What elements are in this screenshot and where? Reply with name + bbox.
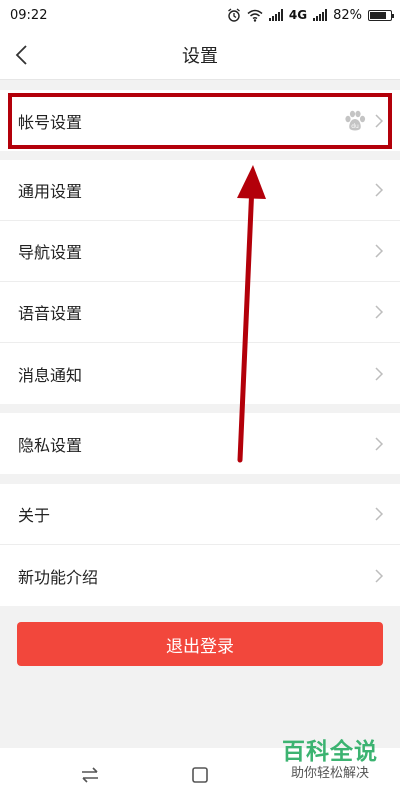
about-label: 关于 — [18, 506, 51, 525]
chevron-right-icon — [375, 436, 384, 451]
general-settings-row[interactable]: 通用设置 — [0, 160, 400, 221]
account-settings-label: 帐号设置 — [18, 112, 83, 132]
chevron-right-icon — [375, 366, 384, 381]
chevron-right-icon — [375, 183, 384, 197]
header: 设置 — [0, 30, 400, 80]
settings-group-account: 帐号设置 du — [0, 90, 400, 151]
general-settings-label: 通用设置 — [18, 182, 83, 201]
chevron-right-icon — [375, 113, 384, 128]
home-square-icon[interactable] — [189, 764, 211, 786]
settings-group-about: 关于 新功能介绍 — [0, 484, 400, 606]
network-type: 4G — [288, 8, 308, 22]
privacy-settings-label: 隐私设置 — [18, 435, 83, 455]
battery-fill — [370, 11, 387, 19]
switch-apps-icon[interactable] — [79, 764, 101, 786]
status-icons: 4G 82% — [227, 7, 394, 23]
chevron-right-icon — [375, 507, 384, 521]
chevron-right-icon — [375, 305, 384, 319]
page-title: 设置 — [182, 45, 218, 67]
watermark-logo: 百科全说 助你轻松解决 — [270, 738, 390, 782]
settings-group-general: 通用设置 导航设置 语音设置 消息通知 — [0, 160, 400, 404]
chevron-right-icon — [375, 568, 384, 583]
privacy-settings-row[interactable]: 隐私设置 — [0, 413, 400, 474]
navigation-settings-row[interactable]: 导航设置 — [0, 221, 400, 282]
account-settings-row[interactable]: 帐号设置 du — [0, 90, 400, 151]
about-row[interactable]: 关于 — [0, 484, 400, 545]
navigation-settings-label: 导航设置 — [18, 243, 83, 262]
notification-settings-row[interactable]: 消息通知 — [0, 343, 400, 404]
battery-icon — [368, 9, 394, 21]
voice-settings-row[interactable]: 语音设置 — [0, 282, 400, 343]
chevron-left-icon[interactable] — [10, 42, 36, 68]
voice-settings-label: 语音设置 — [18, 304, 83, 323]
status-bar: 09:22 4G 82% — [0, 0, 400, 30]
logout-button[interactable]: 退出登录 — [17, 622, 383, 666]
watermark-main: 百科全说 — [282, 739, 378, 765]
status-time: 09:22 — [10, 7, 48, 23]
baidu-paw-icon: du — [345, 110, 366, 130]
notification-settings-label: 消息通知 — [18, 365, 83, 385]
signal-icon-2 — [313, 9, 328, 21]
alarm-icon — [227, 8, 240, 22]
wifi-icon — [247, 9, 263, 22]
watermark-sub: 助你轻松解决 — [290, 766, 369, 781]
chevron-right-icon — [375, 244, 384, 258]
new-features-label: 新功能介绍 — [18, 567, 99, 587]
battery-percent: 82% — [333, 7, 362, 23]
svg-text:du: du — [351, 123, 359, 130]
settings-group-privacy: 隐私设置 — [0, 413, 400, 474]
new-features-row[interactable]: 新功能介绍 — [0, 545, 400, 606]
signal-icon — [268, 9, 283, 21]
